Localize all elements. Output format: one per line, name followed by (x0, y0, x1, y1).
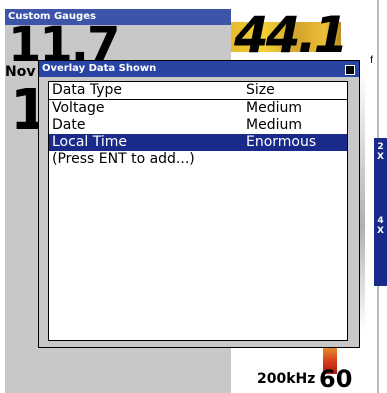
list-item[interactable]: Voltage Medium (49, 100, 347, 117)
zoom-tab-2x-label: 2X (377, 142, 384, 162)
add-item-hint[interactable]: (Press ENT to add...) (49, 151, 347, 168)
close-icon[interactable] (345, 65, 355, 75)
overlay-data-list: Data Type Size Voltage Medium Date Mediu… (48, 81, 348, 341)
add-item-hint-text: (Press ENT to add...) (52, 151, 195, 167)
frequency-value: 60 (319, 365, 353, 393)
list-header: Data Type Size (49, 82, 347, 99)
screen: Custom Gauges 11.7 Nov 1 44.1 ft 200kHz … (0, 0, 387, 393)
frequency-label: 200kHz (257, 371, 316, 387)
dialog-titlebar: Overlay Data Shown (39, 61, 359, 77)
zoom-tab-4x[interactable]: 4X (374, 212, 387, 286)
list-item-type: Local Time (52, 134, 127, 150)
zoom-tab-2x[interactable]: 2X (374, 138, 387, 212)
overlay-data-dialog: Overlay Data Shown Data Type Size Voltag… (38, 60, 360, 348)
list-item-selected[interactable]: Local Time Enormous (49, 134, 347, 151)
column-header-size: Size (246, 82, 275, 98)
column-header-data-type: Data Type (52, 82, 123, 98)
list-item-size: Enormous (246, 134, 317, 150)
gauge-big-value: 11.7 (8, 17, 120, 73)
list-item-type: Voltage (52, 100, 105, 116)
list-item-size: Medium (246, 117, 302, 133)
list-item[interactable]: Date Medium (49, 117, 347, 134)
depth-readout: 44.1 (234, 6, 348, 64)
list-item-type: Date (52, 117, 86, 133)
list-item-size: Medium (246, 100, 302, 116)
zoom-tab-4x-label: 4X (377, 216, 384, 236)
